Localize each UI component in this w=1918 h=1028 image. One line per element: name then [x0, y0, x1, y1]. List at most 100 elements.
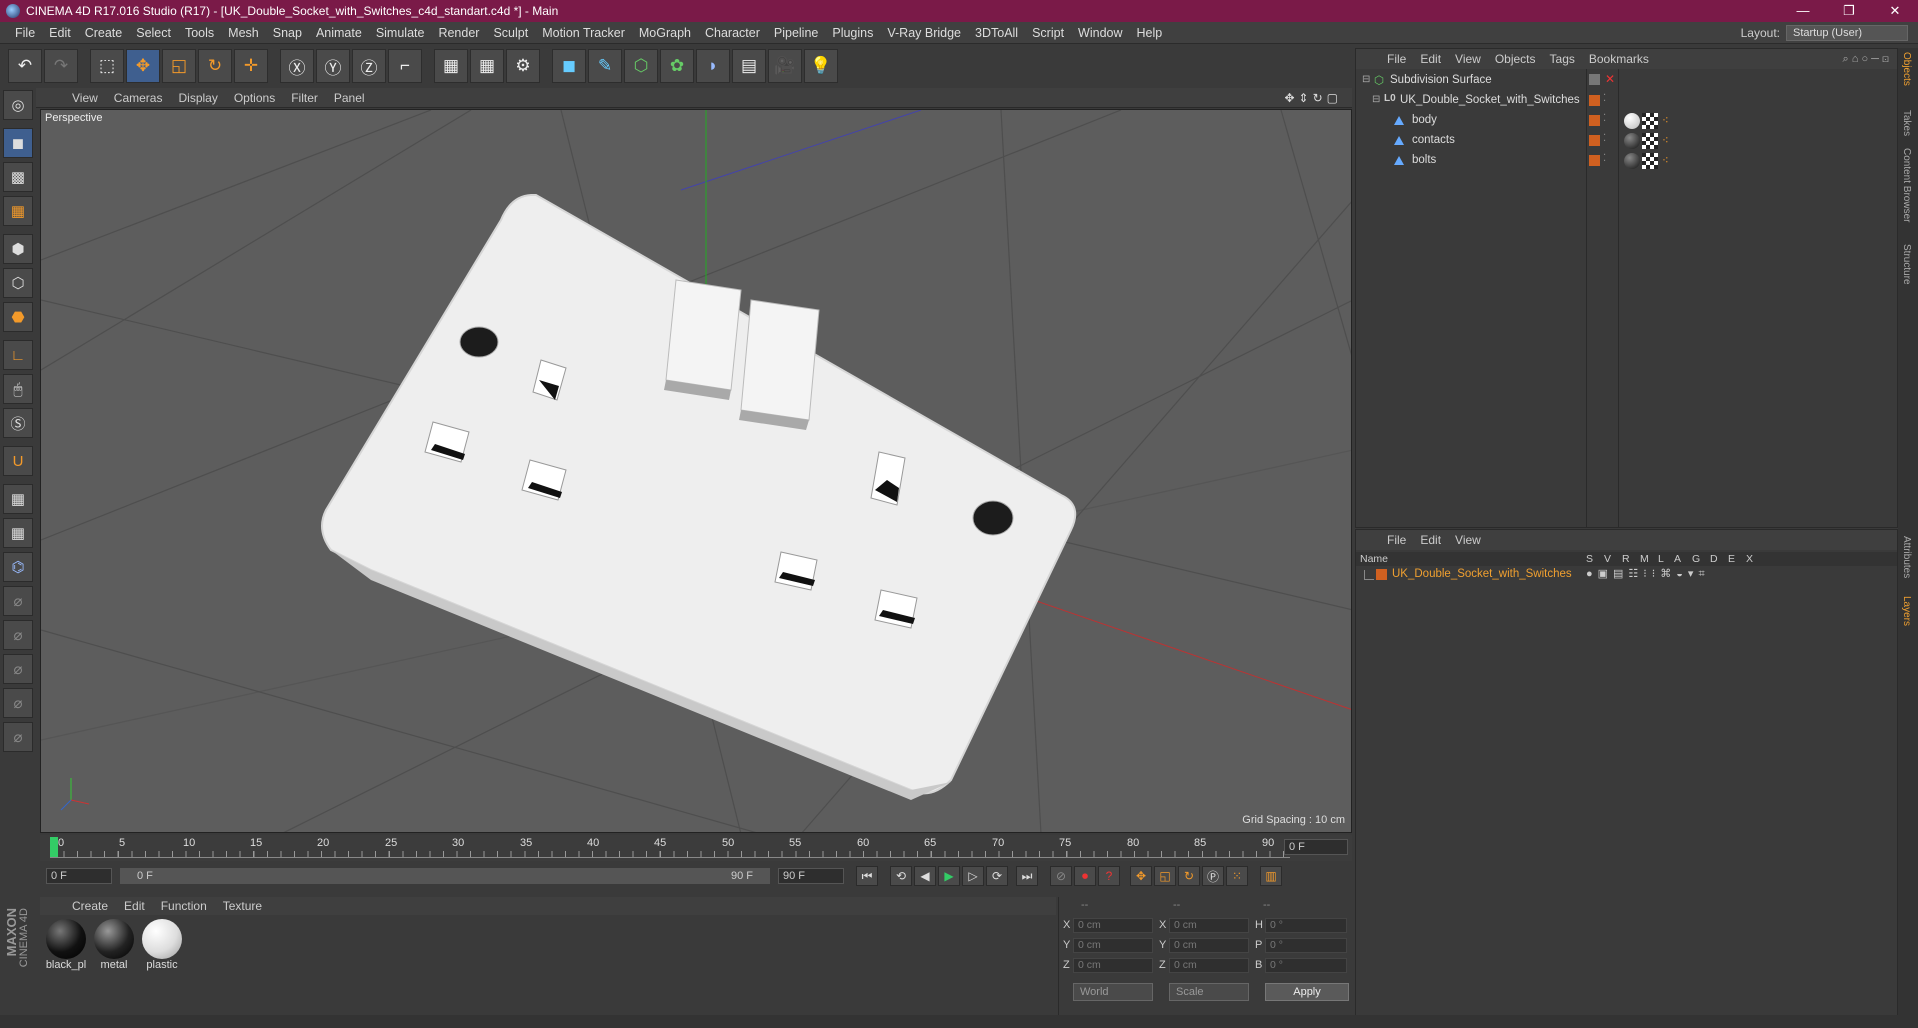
material-menu-function[interactable]: Function: [153, 899, 215, 913]
subdivision-surface-icon[interactable]: ⬡: [624, 49, 658, 83]
phong-tag-icon[interactable]: ⁖: [1662, 133, 1669, 147]
objects-menu-objects[interactable]: Objects: [1488, 52, 1543, 66]
snapping-icon[interactable]: Ⓢ: [3, 408, 33, 438]
minimize-button[interactable]: —: [1780, 3, 1826, 19]
move-tool-icon[interactable]: ✥: [126, 49, 160, 83]
coordinate-space-dropdown[interactable]: World: [1073, 983, 1153, 1001]
layer-toggle-icons[interactable]: ●▣▤☷⁝⁝⌘◒▾⌗: [1586, 567, 1710, 581]
y-axis-lock-icon[interactable]: Ⓨ: [316, 49, 350, 83]
menu-window[interactable]: Window: [1071, 26, 1129, 40]
magnet-icon[interactable]: U: [3, 446, 33, 476]
record-disabled-icon[interactable]: ⊘: [1050, 866, 1072, 886]
model-mode-icon[interactable]: ◼: [3, 128, 33, 158]
tab-layers[interactable]: Layers: [1901, 596, 1912, 626]
edges-mode-icon[interactable]: ⬡: [3, 268, 33, 298]
menu-select[interactable]: Select: [129, 26, 178, 40]
next-key-icon[interactable]: ⟳: [986, 866, 1008, 886]
menu-file[interactable]: File: [8, 26, 42, 40]
camera-icon[interactable]: 🎥: [768, 49, 802, 83]
end-frame-field[interactable]: 90 F: [778, 868, 844, 884]
range-slider[interactable]: 0 F 90 F: [120, 868, 770, 884]
viewport-menu-options[interactable]: Options: [226, 91, 283, 105]
material-tag-icon[interactable]: [1624, 113, 1640, 129]
layers-menu-edit[interactable]: Edit: [1413, 533, 1448, 547]
uvw-tag-icon[interactable]: [1642, 153, 1658, 169]
uvw-tag-icon[interactable]: [1642, 113, 1658, 129]
close-button[interactable]: ✕: [1872, 3, 1918, 19]
make-editable-icon[interactable]: ◎: [3, 90, 33, 120]
layer-swatch[interactable]: [1589, 135, 1600, 146]
objects-menu-bookmarks[interactable]: Bookmarks: [1582, 52, 1656, 66]
visibility-dots[interactable]: ⁚: [1603, 113, 1606, 124]
object-row-contacts[interactable]: contacts ⁚ ⁖: [1356, 131, 1897, 151]
menu-character[interactable]: Character: [698, 26, 767, 40]
coordinate-mode-dropdown[interactable]: Scale: [1169, 983, 1249, 1001]
rotate-tool-icon[interactable]: ↻: [198, 49, 232, 83]
timeline-ruler[interactable]: 0 5 10 15 20 25 30 35 40 45 50 55 60 65 …: [40, 835, 1352, 861]
record-icon[interactable]: ⏺: [1074, 866, 1096, 886]
menu-animate[interactable]: Animate: [309, 26, 369, 40]
rotation-h-field[interactable]: 0 °: [1265, 918, 1347, 933]
objects-menu-tags[interactable]: Tags: [1543, 52, 1582, 66]
polygons-mode-icon[interactable]: ⬣: [3, 302, 33, 332]
render-settings-icon[interactable]: ⚙: [506, 49, 540, 83]
material-swatch[interactable]: black_pl: [44, 919, 88, 975]
timeline-window-icon[interactable]: ▥: [1260, 866, 1282, 886]
viewport-menu-filter[interactable]: Filter: [283, 91, 326, 105]
menu-vray-bridge[interactable]: V-Ray Bridge: [880, 26, 968, 40]
key-pla-icon[interactable]: ⁙: [1226, 866, 1248, 886]
menu-edit[interactable]: Edit: [42, 26, 78, 40]
tab-structure[interactable]: Structure: [1901, 244, 1912, 285]
layer-row[interactable]: UK_Double_Socket_with_Switches ●▣▤☷⁝⁝⌘◒▾…: [1356, 567, 1897, 583]
position-y-field[interactable]: 0 cm: [1073, 938, 1153, 953]
object-manager-search-icon[interactable]: ⌕ ⌂ ○ ─ ⊡: [1843, 53, 1897, 66]
menu-script[interactable]: Script: [1025, 26, 1071, 40]
sculpt-smooth-icon[interactable]: ⌀: [3, 654, 33, 684]
live-selection-icon[interactable]: ⬚: [90, 49, 124, 83]
position-z-field[interactable]: 0 cm: [1073, 958, 1153, 973]
deformer-icon[interactable]: ◗: [696, 49, 730, 83]
phong-tag-icon[interactable]: ⁖: [1662, 153, 1669, 167]
menu-simulate[interactable]: Simulate: [369, 26, 432, 40]
material-swatch[interactable]: plastic: [140, 919, 184, 975]
coordinate-system-icon[interactable]: ⌐: [388, 49, 422, 83]
tab-takes[interactable]: Takes: [1901, 110, 1912, 136]
tab-objects[interactable]: Objects: [1901, 52, 1912, 86]
key-rotation-icon[interactable]: ↻: [1178, 866, 1200, 886]
size-y-field[interactable]: 0 cm: [1169, 938, 1249, 953]
viewport-navigation-icons[interactable]: ✥⇕↻▢: [1284, 91, 1352, 105]
prev-key-icon[interactable]: ⟲: [890, 866, 912, 886]
expand-icon[interactable]: ⊟: [1362, 74, 1370, 85]
texture-mode-icon[interactable]: ▩: [3, 162, 33, 192]
key-scale-icon[interactable]: ◱: [1154, 866, 1176, 886]
next-frame-icon[interactable]: ▷: [962, 866, 984, 886]
lock-workplane-icon[interactable]: ▦: [3, 484, 33, 514]
visibility-dots[interactable]: ⁚: [1603, 133, 1606, 144]
material-tag-icon[interactable]: [1624, 153, 1640, 169]
position-x-field[interactable]: 0 cm: [1073, 918, 1153, 933]
material-swatch[interactable]: metal: [92, 919, 136, 975]
visibility-dots[interactable]: ⁚: [1603, 93, 1606, 104]
cube-object-icon[interactable]: ◼: [552, 49, 586, 83]
tab-content-browser[interactable]: Content Browser: [1901, 148, 1912, 222]
axis-mode-icon[interactable]: ∟: [3, 340, 33, 370]
menu-mograph[interactable]: MoGraph: [632, 26, 698, 40]
pen-spline-icon[interactable]: ✎: [588, 49, 622, 83]
material-menu-edit[interactable]: Edit: [116, 899, 153, 913]
layer-color-swatch[interactable]: [1376, 569, 1387, 580]
menu-mesh[interactable]: Mesh: [221, 26, 266, 40]
phong-tag-icon[interactable]: ⁖: [1662, 113, 1669, 127]
render-picture-viewer-icon[interactable]: ▦: [470, 49, 504, 83]
undo-icon[interactable]: ↶: [8, 49, 42, 83]
viewport-menu-panel[interactable]: Panel: [326, 91, 373, 105]
material-menu-texture[interactable]: Texture: [215, 899, 270, 913]
viewport-menu-display[interactable]: Display: [170, 91, 225, 105]
object-row-bolts[interactable]: bolts ⁚ ⁖: [1356, 151, 1897, 171]
rotation-p-field[interactable]: 0 °: [1265, 938, 1347, 953]
objects-menu-view[interactable]: View: [1448, 52, 1488, 66]
size-z-field[interactable]: 0 cm: [1169, 958, 1249, 973]
menu-pipeline[interactable]: Pipeline: [767, 26, 825, 40]
apply-button[interactable]: Apply: [1265, 983, 1349, 1001]
sculpt-brush-icon[interactable]: ⌀: [3, 586, 33, 616]
light-icon[interactable]: 💡: [804, 49, 838, 83]
